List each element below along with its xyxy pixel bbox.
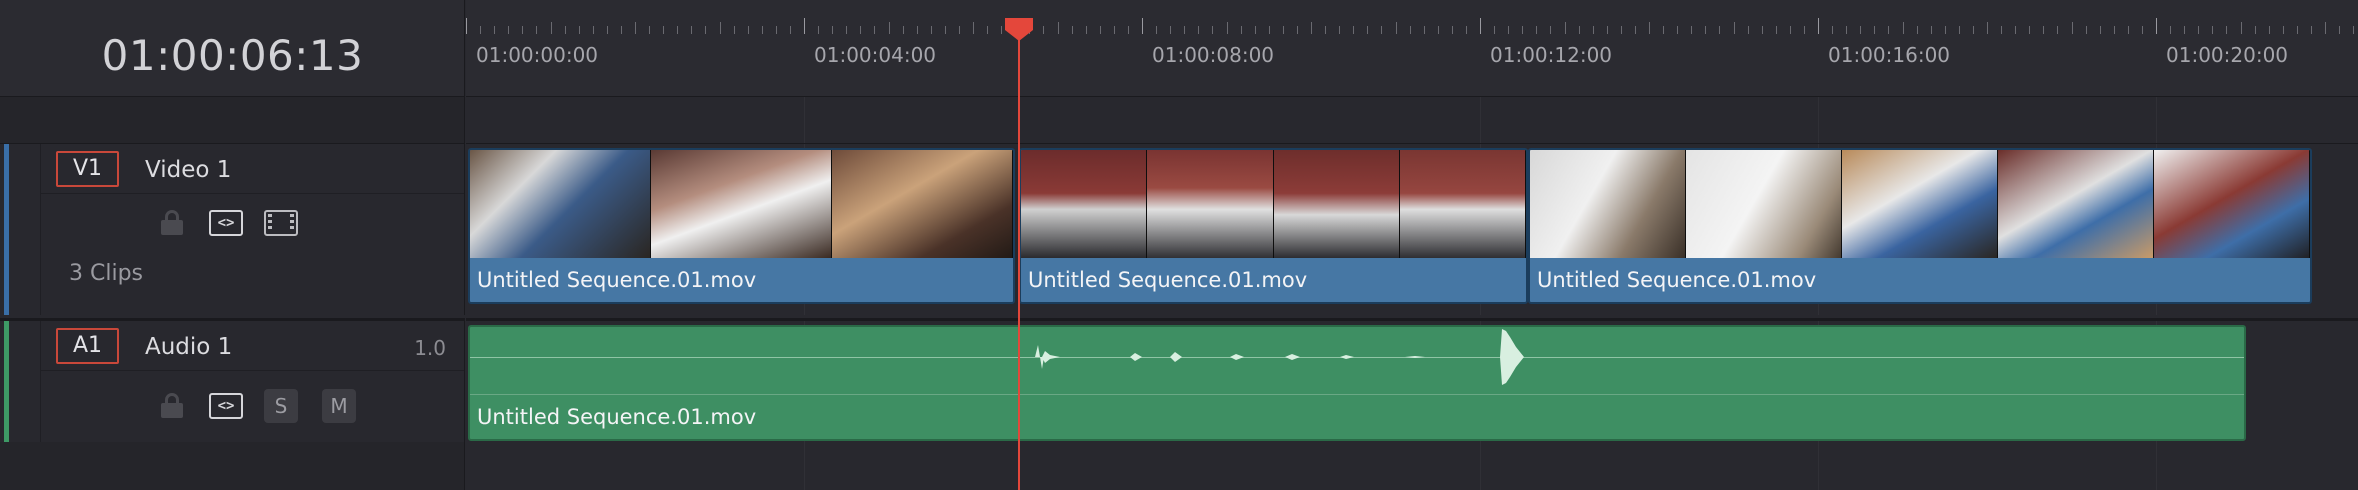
track-name-row: V1 Video 1 bbox=[41, 144, 464, 194]
auto-select-icon[interactable]: <> bbox=[209, 210, 243, 236]
track-header-video-1[interactable]: V1 Video 1 <> 3 Clips bbox=[0, 144, 465, 315]
clip-thumbnails bbox=[1021, 150, 1526, 258]
mute-button[interactable]: M bbox=[322, 389, 356, 423]
clip-thumbnails bbox=[470, 150, 1013, 258]
lock-icon[interactable] bbox=[160, 210, 184, 235]
solo-button[interactable]: S bbox=[264, 389, 298, 423]
video-clip[interactable]: Untitled Sequence.01.mov bbox=[1019, 148, 1528, 304]
lane-footer bbox=[466, 442, 2358, 490]
film-icon[interactable] bbox=[264, 210, 298, 236]
ruler-label: 01:00:12:00 bbox=[1490, 43, 1613, 67]
audio-track-lane[interactable]: Untitled Sequence.01.mov bbox=[466, 318, 2358, 442]
ruler-label: 01:00:04:00 bbox=[814, 43, 937, 67]
clip-label: Untitled Sequence.01.mov bbox=[1028, 268, 1308, 292]
track-header-audio-1[interactable]: A1 Audio 1 1.0 <> S M bbox=[0, 318, 465, 442]
track-id-v1[interactable]: V1 bbox=[56, 151, 119, 187]
track-level[interactable]: 1.0 bbox=[414, 336, 446, 360]
waveform-area bbox=[470, 327, 2244, 395]
audio-clip[interactable]: Untitled Sequence.01.mov bbox=[468, 325, 2246, 441]
ruler-label: 01:00:16:00 bbox=[1828, 43, 1951, 67]
ruler-spacer bbox=[466, 97, 2358, 144]
timeline-ruler[interactable]: 01:00:00:00 01:00:04:00 01:00:08:00 01:0… bbox=[466, 0, 2358, 97]
clip-label: Untitled Sequence.01.mov bbox=[477, 405, 757, 429]
track-color-strip bbox=[4, 321, 9, 442]
playhead-line[interactable] bbox=[1018, 22, 1020, 490]
timeline-panel: 01:00:06:13 01:00:00:00 01:00:04:00 01:0… bbox=[0, 0, 2358, 490]
timecode-display-box: 01:00:06:13 bbox=[0, 0, 465, 97]
auto-select-icon[interactable]: <> bbox=[209, 393, 243, 419]
header-footer bbox=[0, 442, 465, 490]
audio-waveform bbox=[1035, 329, 1524, 385]
video-track-lane[interactable]: Untitled Sequence.01.mov Untitled Sequen… bbox=[466, 144, 2358, 315]
video-clip[interactable]: Untitled Sequence.01.mov bbox=[468, 148, 1015, 304]
ruler-label: 01:00:08:00 bbox=[1152, 43, 1275, 67]
clip-label: Untitled Sequence.01.mov bbox=[1537, 268, 1817, 292]
video-clip[interactable]: Untitled Sequence.01.mov bbox=[1528, 148, 2312, 304]
track-name-row: A1 Audio 1 1.0 bbox=[41, 321, 464, 371]
lock-icon[interactable] bbox=[160, 393, 184, 418]
ruler-label: 01:00:20:00 bbox=[2166, 43, 2289, 67]
playhead-handle[interactable] bbox=[1003, 16, 1035, 42]
track-id-a1[interactable]: A1 bbox=[56, 328, 119, 364]
current-timecode[interactable]: 01:00:06:13 bbox=[0, 31, 465, 80]
clip-thumbnails bbox=[1530, 150, 2310, 258]
ruler-label: 01:00:00:00 bbox=[476, 43, 599, 67]
clip-label: Untitled Sequence.01.mov bbox=[477, 268, 757, 292]
ruler-ticks bbox=[466, 18, 2354, 34]
track-color-strip bbox=[4, 144, 9, 315]
track-name[interactable]: Video 1 bbox=[145, 157, 231, 183]
track-clip-count: 3 Clips bbox=[69, 261, 144, 286]
track-name[interactable]: Audio 1 bbox=[145, 334, 232, 360]
header-spacer bbox=[0, 97, 465, 144]
